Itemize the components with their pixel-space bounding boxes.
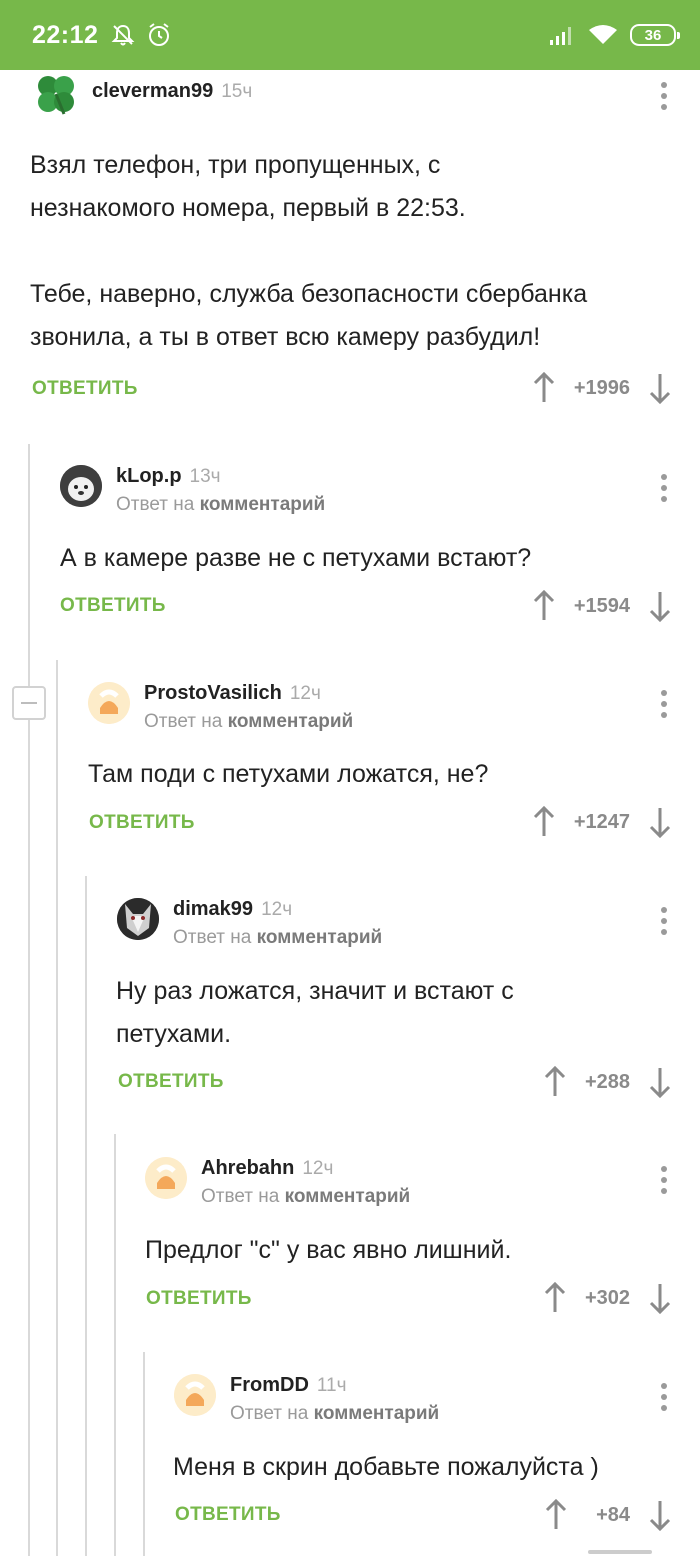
comment-time: 11ч	[316, 1375, 347, 1396]
default-avatar[interactable]	[145, 1157, 187, 1199]
home-indicator	[588, 1550, 652, 1554]
avatar[interactable]	[60, 465, 102, 507]
reply-to-link[interactable]: комментарий	[228, 711, 354, 732]
comment-score: +1247	[573, 810, 630, 833]
comment-text: Предлог "с" у вас явно лишний.	[145, 1236, 512, 1264]
comment-score: +84	[596, 1503, 630, 1526]
comment-author[interactable]: FromDD	[230, 1374, 309, 1396]
comment-time: 13ч	[189, 466, 221, 487]
status-time: 22:12	[32, 20, 99, 49]
comment-author[interactable]: cleverman99	[92, 80, 213, 102]
more-options-icon[interactable]	[660, 1166, 668, 1194]
comment-time: 12ч	[302, 1158, 334, 1179]
clover-icon[interactable]	[34, 72, 78, 116]
more-options-icon[interactable]	[660, 690, 668, 718]
comment-author[interactable]: Ahrebahn	[201, 1157, 294, 1179]
comment-score: +302	[584, 1286, 630, 1309]
reply-to-label: Ответ на комментарий	[173, 927, 383, 948]
collapse-thread-button[interactable]	[12, 686, 46, 720]
reply-to-link[interactable]: комментарий	[285, 1186, 411, 1207]
upvote-icon[interactable]	[542, 1499, 570, 1531]
upvote-icon[interactable]	[530, 590, 558, 622]
reply-to-label: Ответ на комментарий	[144, 711, 354, 732]
reply-button[interactable]: ОТВЕТИТЬ	[32, 378, 138, 400]
signal-icon	[550, 27, 571, 45]
upvote-icon[interactable]	[541, 1066, 569, 1098]
comment-text: Взял телефон, три пропущенных, с незнако…	[30, 151, 588, 351]
comment-time: 12ч	[289, 683, 321, 704]
wifi-icon	[589, 25, 617, 44]
thread-line	[56, 660, 58, 1556]
thread-line	[85, 876, 87, 1556]
comment-author[interactable]: dimak99	[173, 898, 253, 920]
reply-button[interactable]: ОТВЕТИТЬ	[175, 1504, 281, 1526]
default-avatar[interactable]	[88, 682, 130, 724]
comment-text: Меня в скрин добавьте пожалуйста )	[173, 1453, 599, 1481]
reply-to-link[interactable]: комментарий	[314, 1403, 440, 1424]
more-options-icon[interactable]	[660, 474, 668, 502]
thread-line	[143, 1352, 145, 1556]
comment-text: Ну раз ложатся, значит и встают с петуха…	[116, 977, 514, 1048]
downvote-icon[interactable]	[646, 590, 674, 622]
reply-button[interactable]: ОТВЕТИТЬ	[118, 1071, 224, 1093]
mute-bell-icon	[112, 24, 135, 46]
battery-level: 36	[644, 26, 662, 44]
comment-score: +1996	[573, 376, 630, 399]
default-avatar[interactable]	[174, 1374, 216, 1416]
comment-author[interactable]: ProstoVasilich	[144, 682, 282, 704]
reply-to-link[interactable]: комментарий	[200, 494, 326, 515]
upvote-icon[interactable]	[541, 1282, 569, 1314]
reply-button[interactable]: ОТВЕТИТЬ	[89, 812, 195, 834]
upvote-icon[interactable]	[530, 806, 558, 838]
upvote-icon[interactable]	[530, 372, 558, 404]
husky-avatar[interactable]	[117, 898, 159, 940]
reply-to-label: Ответ на комментарий	[201, 1186, 411, 1207]
thread-line	[28, 444, 30, 1556]
reply-to-link[interactable]: комментарий	[257, 927, 383, 948]
comment-score: +288	[584, 1070, 630, 1093]
more-options-icon[interactable]	[660, 82, 668, 110]
comment-time: 15ч	[221, 81, 253, 102]
status-bar: 22:12 36	[0, 0, 700, 70]
alarm-icon	[149, 23, 170, 46]
reply-to-label: Ответ на комментарий	[230, 1403, 440, 1424]
comment-author[interactable]: kLop.p	[116, 465, 182, 487]
downvote-icon[interactable]	[646, 1282, 674, 1314]
more-options-icon[interactable]	[660, 1383, 668, 1411]
reply-to-label: Ответ на комментарий	[116, 494, 326, 515]
comment-text: Там поди с петухами ложатся, не?	[88, 760, 489, 788]
thread-line	[114, 1134, 116, 1556]
downvote-icon[interactable]	[646, 806, 674, 838]
downvote-icon[interactable]	[646, 1499, 674, 1531]
reply-button[interactable]: ОТВЕТИТЬ	[146, 1288, 252, 1310]
comment-time: 12ч	[261, 899, 293, 920]
comment-text: А в камере разве не с петухами встают?	[60, 544, 532, 572]
reply-button[interactable]: ОТВЕТИТЬ	[60, 595, 166, 617]
comment-score: +1594	[573, 594, 630, 617]
battery-icon: 36	[630, 24, 680, 46]
downvote-icon[interactable]	[646, 1066, 674, 1098]
downvote-icon[interactable]	[646, 372, 674, 404]
more-options-icon[interactable]	[660, 907, 668, 935]
